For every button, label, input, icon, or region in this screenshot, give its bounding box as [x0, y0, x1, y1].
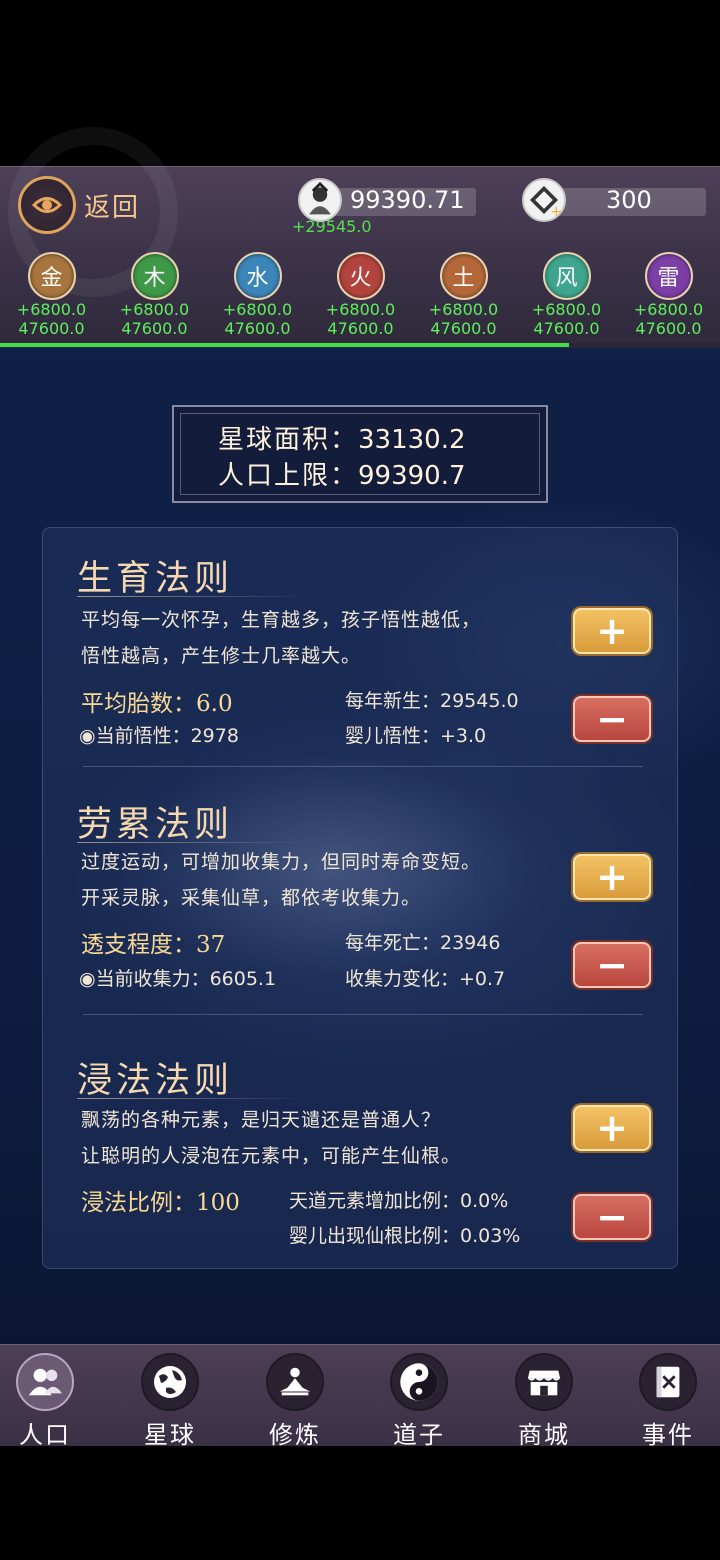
title-underline — [77, 842, 307, 843]
nav-population[interactable]: 人口 — [0, 1353, 95, 1450]
yin-yang-icon — [390, 1353, 448, 1411]
divider — [83, 1014, 643, 1015]
wood-element-icon: 木 — [130, 252, 179, 300]
people-icon — [16, 1353, 74, 1411]
event-book-icon — [639, 1353, 697, 1411]
decrease-button[interactable]: − — [573, 696, 651, 742]
law-sub-stat: ◉当前收集力：6605.1 — [79, 968, 277, 990]
wind-element-icon: 风 — [542, 252, 591, 300]
law-right-stat: 每年死亡：23946 — [345, 932, 501, 954]
population-avatar-icon — [298, 178, 342, 222]
element-thunder[interactable]: 雷 +6800.0 47600.0 — [617, 250, 720, 338]
element-total: 47600.0 — [635, 319, 702, 338]
earth-element-icon: 土 — [439, 252, 488, 300]
element-total: 47600.0 — [533, 319, 600, 338]
element-total: 47600.0 — [430, 319, 497, 338]
law-description: 飘荡的各种元素，是归天谴还是普通人？ 让聪明的人浸泡在元素中，可能产生仙根。 — [81, 1109, 462, 1167]
increase-button[interactable]: + — [573, 1105, 651, 1151]
meditation-icon — [266, 1353, 324, 1411]
metal-element-icon: 金 — [27, 252, 76, 300]
law-title: 劳累法则 — [77, 805, 234, 845]
element-total: 47600.0 — [121, 319, 188, 338]
laws-panel: 生育法则 平均每一次怀孕，生育越多，孩子悟性越低， 悟性越高，产生修士几率越大。 … — [42, 527, 678, 1269]
population-value: 99390.71 — [350, 186, 465, 214]
nav-cultivation[interactable]: 修炼 — [245, 1353, 345, 1450]
population-resource: 99390.71 — [298, 178, 478, 222]
element-gain: +6800.0 — [633, 300, 704, 319]
thunder-element-icon: 雷 — [644, 252, 693, 300]
element-wind[interactable]: 风 +6800.0 47600.0 — [515, 250, 618, 338]
planet-area: 星球面积：33130.2 — [218, 425, 466, 455]
law-description: 过度运动，可增加收集力，但同时寿命变短。 开采灵脉，采集仙草，都依考收集力。 — [81, 851, 482, 909]
back-label: 返回 — [84, 192, 141, 223]
element-gain: +6800.0 — [16, 300, 87, 319]
law-right-stat: 婴儿出现仙根比例：0.03% — [289, 1225, 521, 1247]
water-element-icon: 水 — [233, 252, 282, 300]
element-total: 47600.0 — [224, 319, 291, 338]
element-total: 47600.0 — [18, 319, 85, 338]
title-underline — [77, 596, 307, 597]
element-total: 47600.0 — [327, 319, 394, 338]
law-title: 生育法则 — [77, 559, 234, 599]
element-wood[interactable]: 木 +6800.0 47600.0 — [103, 250, 206, 338]
gem-resource: + 300 — [522, 178, 706, 222]
population-progress-bar — [0, 343, 720, 347]
element-earth[interactable]: 土 +6800.0 47600.0 — [412, 250, 515, 338]
nav-label: 道子 — [393, 1421, 445, 1449]
element-gain: +6800.0 — [531, 300, 602, 319]
nav-label: 星球 — [144, 1421, 196, 1449]
back-button[interactable]: 返回 — [18, 176, 140, 234]
law-right-stat: 收集力变化：+0.7 — [345, 968, 506, 990]
increase-button[interactable]: + — [573, 608, 651, 654]
element-gain: +6800.0 — [428, 300, 499, 319]
nav-label: 事件 — [642, 1421, 694, 1449]
law-main-stat: 浸法比例：100 — [81, 1190, 240, 1216]
nav-taoist[interactable]: 道子 — [369, 1353, 469, 1450]
element-metal[interactable]: 金 +6800.0 47600.0 — [0, 250, 103, 338]
shop-icon — [515, 1353, 573, 1411]
element-list: 金 +6800.0 47600.0 木 +6800.0 47600.0 水 +6… — [0, 250, 720, 340]
law-main-stat: 透支程度：37 — [81, 932, 226, 958]
law-right-stat: 每年新生：29545.0 — [345, 690, 519, 712]
nav-shop[interactable]: 商城 — [494, 1353, 594, 1450]
law-right-stat: 天道元素增加比例：0.0% — [289, 1190, 509, 1212]
element-gain: +6800.0 — [325, 300, 396, 319]
planet-info-panel: 星球面积：33130.2 人口上限：99390.7 — [172, 405, 548, 503]
law-title: 浸法法则 — [77, 1061, 234, 1101]
element-fire[interactable]: 火 +6800.0 47600.0 — [309, 250, 412, 338]
progress-fill — [0, 343, 569, 347]
svg-text:+: + — [550, 204, 562, 218]
divider — [83, 766, 643, 767]
nav-planet[interactable]: 星球 — [120, 1353, 220, 1450]
law-main-stat: 平均胎数：6.0 — [81, 691, 233, 717]
population-limit: 人口上限：99390.7 — [218, 461, 466, 491]
gem-coin-icon[interactable]: + — [522, 178, 566, 222]
bottom-nav: 人口 星球 修炼 道子 商城 事件 — [0, 1344, 720, 1449]
decrease-button[interactable]: − — [573, 1194, 651, 1240]
law-description: 平均每一次怀孕，生育越多，孩子悟性越低， 悟性越高，产生修士几率越大。 — [81, 609, 482, 667]
increase-button[interactable]: + — [573, 854, 651, 900]
globe-icon — [141, 1353, 199, 1411]
population-gain: +29545.0 — [292, 217, 372, 236]
element-gain: +6800.0 — [222, 300, 293, 319]
back-eye-icon — [18, 176, 76, 234]
fire-element-icon: 火 — [336, 252, 385, 300]
nav-label: 修炼 — [269, 1421, 321, 1449]
nav-label: 人口 — [19, 1421, 71, 1449]
law-sub-stat: ◉当前悟性：2978 — [79, 725, 239, 747]
nav-label: 商城 — [518, 1421, 570, 1449]
law-right-stat: 婴儿悟性：+3.0 — [345, 725, 487, 747]
title-underline — [77, 1098, 307, 1099]
gem-value: 300 — [606, 186, 652, 214]
nav-events[interactable]: 事件 — [618, 1353, 718, 1450]
decrease-button[interactable]: − — [573, 942, 651, 988]
element-gain: +6800.0 — [119, 300, 190, 319]
element-water[interactable]: 水 +6800.0 47600.0 — [206, 250, 309, 338]
